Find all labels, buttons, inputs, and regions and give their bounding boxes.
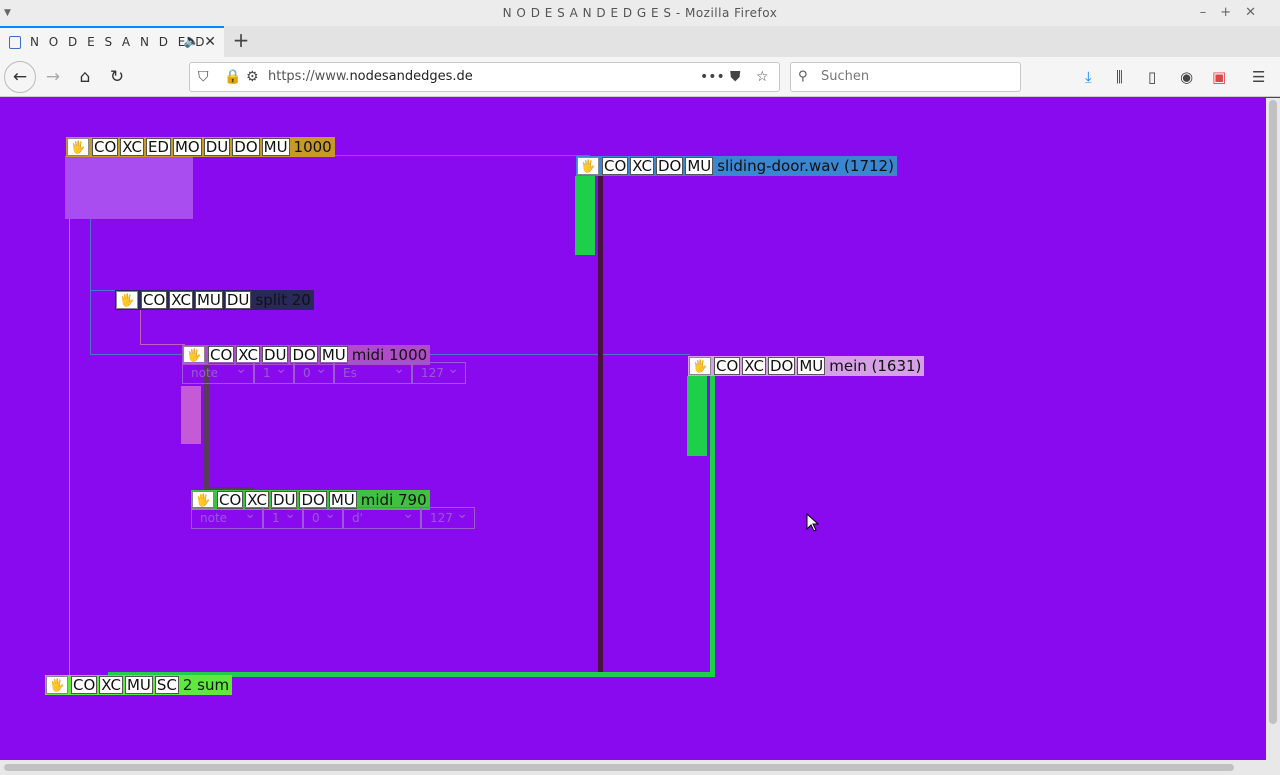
vertical-scrollbar[interactable] — [1266, 98, 1280, 760]
node-mein[interactable]: 🖐 CO XC DO MU mein (1631) — [688, 356, 925, 376]
node-label: mein (1631) — [829, 357, 922, 375]
search-input[interactable]: ⚲ Suchen — [790, 62, 1021, 92]
window-menu-icon[interactable]: ▼ — [4, 0, 11, 26]
navigation-bar: ← → ⌂ ↻ ⛉ 🔒 ⚙ https://www.nodesandedges.… — [0, 57, 1280, 97]
du-button[interactable]: DU — [203, 138, 231, 156]
xc-button[interactable]: XC — [99, 676, 123, 694]
xc-button[interactable]: XC — [630, 157, 654, 175]
node-label: 2 sum — [182, 676, 230, 694]
menu-icon[interactable]: ☰ — [1252, 62, 1265, 92]
back-button[interactable]: ← — [4, 61, 36, 93]
mouse-cursor-icon — [806, 513, 820, 532]
co-button[interactable]: CO — [602, 157, 629, 175]
co-button[interactable]: CO — [92, 138, 119, 156]
speaker-icon[interactable]: 🔈 — [184, 28, 200, 56]
du-button[interactable]: DU — [224, 291, 252, 309]
window-titlebar: ▼ N O D E S A N D E D G E S - Mozilla Fi… — [0, 0, 1280, 26]
favicon-icon — [9, 36, 21, 49]
permissions-icon[interactable]: ⚙ — [246, 63, 259, 91]
account-icon[interactable]: ◉ — [1180, 62, 1193, 92]
browser-tab[interactable]: N O D E S A N D E D G E S 🔈 ✕ — [0, 26, 224, 77]
forward-button[interactable]: → — [42, 62, 64, 92]
search-icon: ⚲ — [798, 69, 808, 84]
node-panel — [65, 156, 193, 219]
hand-icon[interactable]: 🖐 — [689, 357, 711, 375]
node-label: 1000 — [293, 138, 332, 156]
velocity-select[interactable]: 127 — [412, 359, 466, 384]
sc-button[interactable]: SC — [154, 676, 179, 694]
sidebar-icon[interactable]: ▯ — [1148, 62, 1156, 92]
xc-button[interactable]: XC — [120, 138, 144, 156]
mu-button[interactable]: MU — [261, 138, 290, 156]
wire — [140, 308, 141, 345]
library-icon[interactable]: ⫼ — [1116, 62, 1123, 92]
horizontal-scrollbar[interactable] — [0, 760, 1280, 775]
xc-button[interactable]: XC — [742, 357, 766, 375]
co-button[interactable]: CO — [141, 291, 168, 309]
green-wire — [710, 376, 715, 676]
do-button[interactable]: DO — [767, 357, 796, 375]
reload-button[interactable]: ↻ — [106, 62, 128, 92]
velocity-select[interactable]: 127 — [421, 504, 475, 529]
extension-icon[interactable]: ▣ — [1212, 62, 1226, 92]
octave-select[interactable]: 0 — [303, 504, 343, 529]
dark-wire — [598, 176, 603, 673]
node-label: split 20 — [255, 291, 311, 309]
channel-select[interactable]: 1 — [263, 504, 303, 529]
url-text: https://www.nodesandedges.de — [268, 69, 473, 84]
downloads-icon[interactable]: ⤓ — [1085, 62, 1092, 92]
mu-button[interactable]: MU — [194, 291, 223, 309]
mo-button[interactable]: MO — [172, 138, 202, 156]
co-button[interactable]: CO — [71, 676, 98, 694]
xc-button[interactable]: XC — [169, 291, 193, 309]
node-label: sliding-door.wav (1712) — [717, 157, 894, 175]
window-title: N O D E S A N D E D G E S - Mozilla Fire… — [502, 6, 778, 20]
type-select[interactable]: note — [182, 359, 254, 384]
do-button[interactable]: DO — [232, 138, 260, 156]
mu-button[interactable]: MU — [797, 357, 826, 375]
do-button[interactable]: DO — [655, 157, 684, 175]
level-meter — [575, 176, 595, 255]
hand-icon[interactable]: 🖐 — [67, 138, 89, 156]
channel-select[interactable]: 1 — [254, 359, 294, 384]
window-controls[interactable]: –+✕ — [1200, 0, 1270, 26]
mu-button[interactable]: MU — [124, 676, 153, 694]
pocket-icon[interactable]: ⛊ — [730, 63, 741, 91]
node-sum[interactable]: 🖐 CO XC MU SC 2 sum — [45, 675, 233, 695]
ed-button[interactable]: ED — [145, 138, 171, 156]
level-meter — [687, 376, 707, 456]
lock-icon[interactable]: 🔒 — [224, 63, 241, 91]
wire — [69, 155, 70, 685]
level-meter — [181, 386, 201, 444]
octave-select[interactable]: 0 — [294, 359, 334, 384]
page-actions-icon[interactable]: ••• — [700, 63, 725, 91]
co-button[interactable]: CO — [714, 357, 741, 375]
hand-icon[interactable]: 🖐 — [116, 291, 138, 309]
node-canvas[interactable]: 🖐 CO XC ED MO DU DO MU 1000 🖐 CO XC DO M… — [0, 98, 1266, 760]
scrollbar-thumb[interactable] — [4, 764, 1234, 771]
url-bar[interactable]: ⛉ 🔒 ⚙ https://www.nodesandedges.de ••• ⛊… — [189, 62, 780, 92]
bookmark-star-icon[interactable]: ☆ — [756, 63, 769, 91]
shield-icon[interactable]: ⛉ — [198, 63, 209, 91]
scrollbar-thumb[interactable] — [1269, 100, 1277, 724]
note-select[interactable]: d' — [343, 504, 421, 529]
node-split[interactable]: 🖐 CO XC MU DU split 20 — [115, 290, 314, 310]
new-tab-button[interactable]: + — [230, 26, 252, 54]
hand-icon[interactable]: 🖐 — [46, 676, 68, 694]
home-button[interactable]: ⌂ — [74, 62, 96, 92]
node-sliding-door[interactable]: 🖐 CO XC DO MU sliding-door.wav (1712) — [576, 156, 897, 176]
wire — [140, 344, 185, 345]
mu-button[interactable]: MU — [685, 157, 714, 175]
note-select[interactable]: Es — [334, 359, 412, 384]
type-select[interactable]: note — [191, 504, 263, 529]
close-tab-icon[interactable]: ✕ — [204, 28, 216, 56]
node-main[interactable]: 🖐 CO XC ED MO DU DO MU 1000 — [66, 137, 335, 157]
hand-icon[interactable]: 🖐 — [577, 157, 599, 175]
tab-bar: N O D E S A N D E D G E S 🔈 ✕ + — [0, 26, 1280, 77]
